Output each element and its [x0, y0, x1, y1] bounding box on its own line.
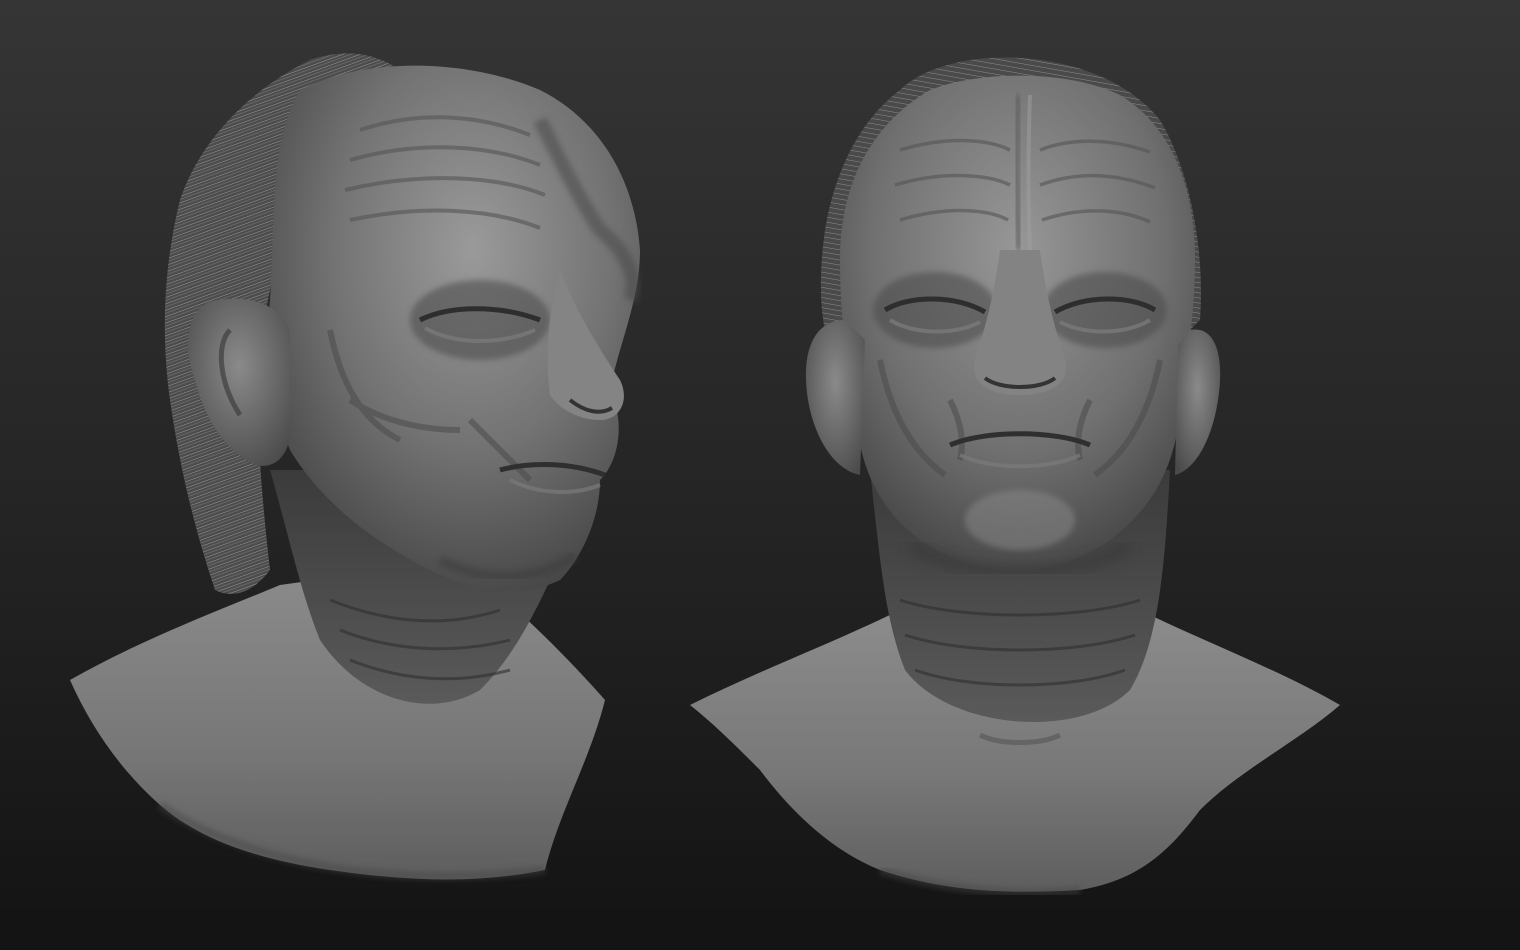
sculpt-viewport: [0, 0, 1520, 950]
sculpt-render: [0, 0, 1520, 950]
